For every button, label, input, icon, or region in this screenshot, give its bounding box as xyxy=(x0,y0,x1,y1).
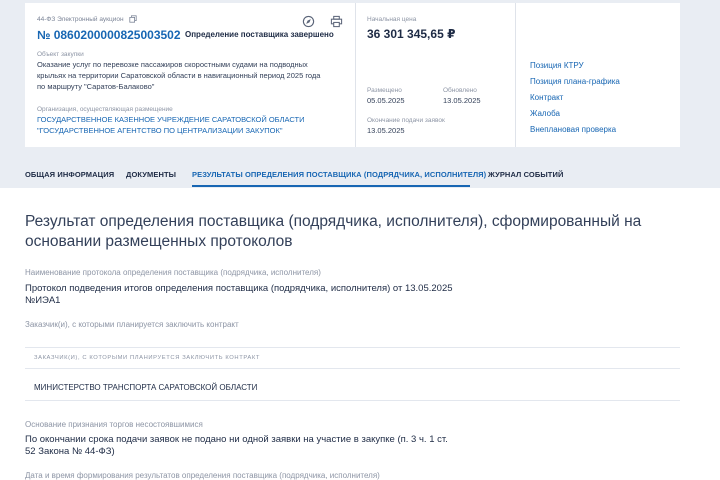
link-plan-schedule[interactable]: Позиция плана-графика xyxy=(530,77,620,86)
org-link[interactable]: "ГОСУДАРСТВЕННОЕ АГЕНТСТВО ПО ЦЕНТРАЛИЗА… xyxy=(37,126,283,136)
protocol-link[interactable]: Протокол подведения итогов определения п… xyxy=(25,283,453,295)
compass-icon[interactable] xyxy=(302,15,315,28)
object-line: по маршруту "Саратов-Балаково" xyxy=(37,82,155,91)
card-price-column: Начальная цена 36 301 345,65 ₽ Размещено… xyxy=(355,3,515,147)
tab-results[interactable]: РЕЗУЛЬТАТЫ ОПРЕДЕЛЕНИЯ ПОСТАВЩИКА (ПОДРЯ… xyxy=(192,170,486,179)
status-text: Определение поставщика завершено xyxy=(185,30,334,39)
reason-label: Основание признания торгов несостоявшими… xyxy=(25,420,203,429)
print-icon[interactable] xyxy=(330,15,343,28)
registry-type: 44-ФЗ Электронный аукцион xyxy=(37,16,124,23)
tab-general-info[interactable]: ОБЩАЯ ИНФОРМАЦИЯ xyxy=(25,170,114,179)
reason-text: По окончании срока подачи заявок не пода… xyxy=(25,434,448,445)
link-complaint[interactable]: Жалоба xyxy=(530,109,560,118)
customers-table-header: ЗАКАЗЧИК(И), С КОТОРЫМИ ПЛАНИРУЕТСЯ ЗАКЛ… xyxy=(25,347,680,369)
table-row: МИНИСТЕРСТВО ТРАНСПОРТА САРАТОВСКОЙ ОБЛА… xyxy=(34,383,258,392)
updated-date: 13.05.2025 xyxy=(443,96,481,105)
deadline-date: 13.05.2025 xyxy=(367,126,405,135)
procurement-card: 44-ФЗ Электронный аукцион № 086020000082… xyxy=(25,3,680,147)
page-title-line: Результат определения поставщика (подряд… xyxy=(25,213,642,230)
active-tab-indicator xyxy=(192,185,470,187)
org-link[interactable]: ГОСУДАРСТВЕННОЕ КАЗЕННОЕ УЧРЕЖДЕНИЕ САРА… xyxy=(37,115,304,125)
placed-date: 05.05.2025 xyxy=(367,96,405,105)
copy-icon[interactable] xyxy=(129,15,137,23)
card-main-column: 44-ФЗ Электронный аукцион № 086020000082… xyxy=(37,3,367,147)
initial-price: 36 301 345,65 ₽ xyxy=(367,27,456,41)
link-unscheduled-check[interactable]: Внеплановая проверка xyxy=(530,125,616,134)
page-title-line: основании размещенных протоколов xyxy=(25,233,293,250)
link-ktru[interactable]: Позиция КТРУ xyxy=(530,61,584,70)
procurement-number[interactable]: № 0860200000825003502 xyxy=(37,28,181,42)
link-contract[interactable]: Контракт xyxy=(530,93,563,102)
price-label: Начальная цена xyxy=(367,16,417,23)
protocol-label: Наименование протокола определения поста… xyxy=(25,268,321,277)
divider xyxy=(25,400,680,401)
card-links-column: Позиция КТРУ Позиция плана-графика Контр… xyxy=(515,3,680,147)
reason-text: 52 Закона № 44-ФЗ) xyxy=(25,446,115,457)
datetime-label: Дата и время формирования результатов оп… xyxy=(25,471,380,480)
table-column-header: ЗАКАЗЧИК(И), С КОТОРЫМИ ПЛАНИРУЕТСЯ ЗАКЛ… xyxy=(34,355,260,361)
placed-label: Размещено xyxy=(367,87,402,94)
tab-documents[interactable]: ДОКУМЕНТЫ xyxy=(126,170,176,179)
object-label: Объект закупки xyxy=(37,51,84,58)
protocol-link-number[interactable]: №ИЭА1 xyxy=(25,295,60,307)
org-label: Организация, осуществляющая размещение xyxy=(37,106,173,113)
updated-label: Обновлено xyxy=(443,87,477,94)
customers-label: Заказчик(и), с которыми планируется закл… xyxy=(25,320,239,329)
object-line: крыльях на территории Саратовской област… xyxy=(37,71,321,80)
tab-bar: ОБЩАЯ ИНФОРМАЦИЯ ДОКУМЕНТЫ РЕЗУЛЬТАТЫ ОП… xyxy=(0,158,720,188)
page-title: Результат определения поставщика (подряд… xyxy=(25,212,685,252)
object-line: Оказание услуг по перевозке пассажиров с… xyxy=(37,60,308,69)
tab-event-log[interactable]: ЖУРНАЛ СОБЫТИЙ xyxy=(488,170,563,179)
deadline-label: Окончание подачи заявок xyxy=(367,117,445,124)
